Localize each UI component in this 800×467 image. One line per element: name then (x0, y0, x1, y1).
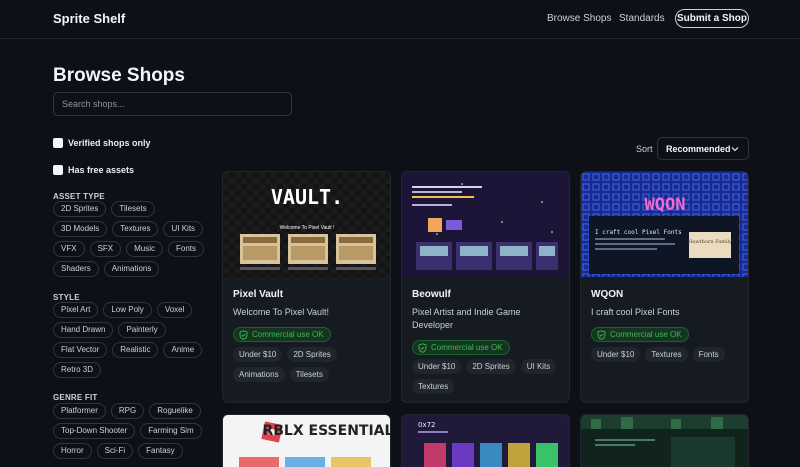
tag: Under $10 (412, 359, 462, 374)
chip-platformer[interactable]: Platformer (53, 403, 106, 419)
chip-tilesets[interactable]: Tilesets (111, 201, 155, 217)
commercial-badge: Commercial use OK (233, 327, 331, 342)
chip-sci-fi[interactable]: Sci-Fi (96, 443, 134, 459)
shop-description: Welcome To Pixel Vault! (233, 307, 330, 317)
thumb-wqon-text: WQON (645, 195, 686, 215)
verified-label: Verified shops only (68, 138, 151, 148)
chip-music[interactable]: Music (126, 241, 164, 257)
thumb-rblx-text: RBLX ESSENTIALS (262, 423, 391, 439)
tag: 2D Sprites (466, 359, 516, 374)
commercial-badge: Commercial use OK (412, 340, 510, 355)
free-assets-checkbox[interactable] (53, 165, 63, 175)
submit-shop-button[interactable]: Submit a Shop (675, 9, 749, 28)
shield-check-icon (418, 342, 427, 353)
thumb-vault-subtitle: Welcome To Pixel Vault ! (280, 225, 335, 231)
chip-fonts[interactable]: Fonts (168, 241, 205, 257)
nav-standards[interactable]: Standards (619, 13, 665, 24)
shop-description: I craft cool Pixel Fonts (591, 307, 680, 317)
tag: Textures (412, 379, 455, 394)
chip-anime[interactable]: Anime (163, 342, 203, 358)
tag: Textures (645, 347, 688, 362)
sort-value: Recommended (666, 144, 731, 154)
chip-painterly[interactable]: Painterly (118, 322, 166, 338)
search-input[interactable] (53, 92, 292, 116)
chip-roguelike[interactable]: Roguelike (149, 403, 201, 419)
genre-fit-heading: GENRE FIT (53, 393, 98, 402)
shop-thumbnail (402, 172, 569, 277)
chip-low-poly[interactable]: Low Poly (103, 302, 152, 318)
chip-textures[interactable]: Textures (112, 221, 159, 237)
badge-label: Commercial use OK (252, 330, 324, 339)
style-heading: STYLE (53, 293, 80, 302)
commercial-badge: Commercial use OK (591, 327, 689, 342)
shop-card-rblx-essentials[interactable]: RBLX ESSENTIALS (222, 414, 391, 467)
shop-title[interactable]: Beowulf (412, 289, 451, 300)
badge-label: Commercial use OK (431, 343, 503, 352)
shield-check-icon (597, 329, 606, 340)
chip-hand-drawn[interactable]: Hand Drawn (53, 322, 114, 338)
chip-shaders[interactable]: Shaders (53, 261, 99, 277)
free-assets-filter[interactable]: Has free assets (53, 165, 134, 175)
tag: Fonts (692, 347, 725, 362)
thumb-wqon-tag: Hawthorn Family (688, 239, 732, 245)
chip-ui-kits[interactable]: UI Kits (163, 221, 204, 237)
brand-logo[interactable]: Sprite Shelf (53, 11, 125, 26)
chip-farming-sim[interactable]: Farming Sim (140, 423, 202, 439)
tag: UI Kits (520, 359, 557, 374)
shop-card-pixel-vault[interactable]: VAULT. Welcome To Pixel Vault ! Pixel Va… (222, 171, 391, 403)
chip-sfx[interactable]: SFX (89, 241, 122, 257)
shop-card-forest[interactable] (580, 414, 749, 467)
chip-retro-3d[interactable]: Retro 3D (53, 362, 102, 378)
asset-type-heading: ASSET TYPE (53, 192, 105, 201)
chip-3d-models[interactable]: 3D Models (53, 221, 108, 237)
shop-description: Pixel Artist and Indie Game Developer (412, 307, 521, 330)
tag-list: Under $10 Textures Fonts (591, 347, 746, 362)
shop-thumbnail: VAULT. Welcome To Pixel Vault ! (223, 172, 390, 277)
chip-vfx[interactable]: VFX (53, 241, 85, 257)
chevron-down-icon (729, 142, 741, 161)
thumb-wqon-subtitle: I craft cool Pixel Fonts (595, 229, 682, 236)
shop-title[interactable]: Pixel Vault (233, 289, 283, 300)
chip-realistic[interactable]: Realistic (112, 342, 159, 358)
chip-fantasy[interactable]: Fantasy (138, 443, 183, 459)
shop-card-wqon[interactable]: WQON I craft cool Pixel Fonts Hawthorn F… (580, 171, 749, 403)
verified-filter[interactable]: Verified shops only (53, 138, 151, 148)
chip-flat-vector[interactable]: Flat Vector (53, 342, 108, 358)
chip-horror[interactable]: Horror (53, 443, 92, 459)
tag: 2D Sprites (287, 347, 337, 362)
badge-label: Commercial use OK (610, 330, 682, 339)
tag-list: Under $10 2D Sprites Animations Tilesets (233, 347, 388, 382)
tag-list: Under $10 2D Sprites UI Kits Textures (412, 359, 567, 394)
chip-voxel[interactable]: Voxel (156, 302, 193, 318)
page-title: Browse Shops (53, 65, 185, 86)
shield-check-icon (239, 329, 248, 340)
tag: Under $10 (591, 347, 641, 362)
thumb-0x72-text: 0x72 (418, 421, 436, 429)
shop-card-beowulf[interactable]: Beowulf Pixel Artist and Indie Game Deve… (401, 171, 570, 403)
thumb-vault-text: VAULT. (271, 185, 343, 209)
sort-select[interactable]: Recommended (657, 137, 749, 160)
shop-card-0x72[interactable]: 0x72 (401, 414, 570, 467)
shop-title[interactable]: WQON (591, 289, 623, 300)
tag: Under $10 (233, 347, 283, 362)
free-assets-label: Has free assets (68, 165, 135, 175)
chip-top-down-shooter[interactable]: Top-Down Shooter (53, 423, 136, 439)
nav-browse-shops[interactable]: Browse Shops (547, 13, 611, 24)
top-navbar: Sprite Shelf Browse Shops Standards Subm… (0, 0, 800, 39)
tag: Tilesets (289, 367, 329, 382)
verified-checkbox[interactable] (53, 138, 63, 148)
chip-animations[interactable]: Animations (103, 261, 160, 277)
chip-rpg[interactable]: RPG (110, 403, 145, 419)
shop-thumbnail: WQON I craft cool Pixel Fonts Hawthorn F… (581, 172, 748, 277)
chip-2d-sprites[interactable]: 2D Sprites (53, 201, 107, 217)
sort-label: Sort (636, 144, 653, 154)
chip-pixel-art[interactable]: Pixel Art (53, 302, 99, 318)
tag: Animations (233, 367, 285, 382)
